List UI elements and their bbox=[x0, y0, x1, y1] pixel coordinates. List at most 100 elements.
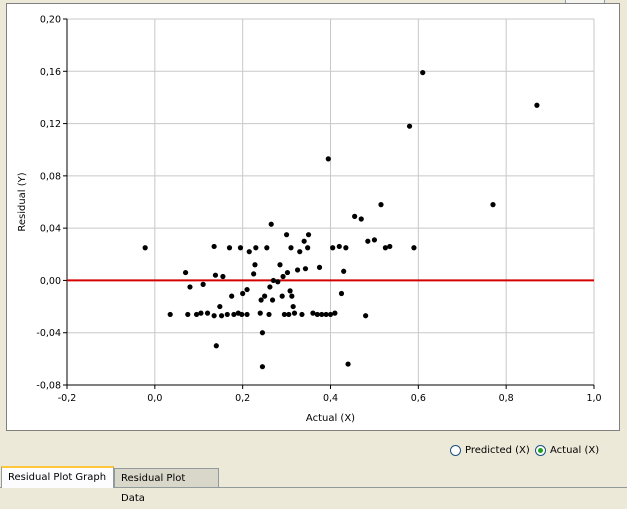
data-point-43 bbox=[279, 293, 285, 299]
data-point-73 bbox=[343, 245, 349, 251]
x-tick-label-0: -0,2 bbox=[58, 393, 77, 404]
data-point-36 bbox=[266, 311, 272, 318]
y-tick-label-3: 0,08 bbox=[40, 171, 61, 182]
data-point-46 bbox=[283, 232, 290, 238]
x-tick-label-2: 0,2 bbox=[235, 393, 250, 404]
data-point-75 bbox=[352, 213, 358, 219]
data-point-0 bbox=[142, 245, 148, 251]
data-point-40 bbox=[270, 277, 277, 284]
data-point-2 bbox=[182, 269, 189, 276]
x-tick-label-1: 0,0 bbox=[147, 393, 162, 404]
x-tick-label-5: 0,8 bbox=[499, 393, 514, 404]
radio-predicted[interactable]: Predicted (X) bbox=[450, 443, 530, 457]
data-point-83 bbox=[406, 123, 413, 129]
x-tick-label-3: 0,4 bbox=[323, 393, 338, 404]
data-point-35 bbox=[264, 245, 270, 251]
data-point-56 bbox=[299, 311, 305, 318]
data-point-18 bbox=[229, 293, 235, 299]
chart-axes bbox=[63, 18, 595, 389]
data-point-74 bbox=[345, 361, 351, 367]
data-point-86 bbox=[490, 202, 496, 208]
data-point-42 bbox=[277, 262, 283, 268]
radio-actual[interactable]: Actual (X) bbox=[535, 443, 599, 457]
data-point-54 bbox=[294, 267, 301, 273]
y-tick-label-2: 0,12 bbox=[40, 119, 61, 130]
data-point-87 bbox=[534, 102, 540, 108]
data-point-69 bbox=[332, 310, 338, 316]
data-point-82 bbox=[387, 243, 393, 250]
data-point-14 bbox=[218, 313, 225, 319]
data-point-5 bbox=[193, 311, 200, 318]
data-point-41 bbox=[275, 279, 281, 285]
data-point-19 bbox=[231, 311, 237, 318]
y-tick-label-0: 0,20 bbox=[40, 15, 61, 26]
actual-radio-label[interactable]: Actual (X) bbox=[550, 445, 599, 456]
data-point-39 bbox=[269, 297, 276, 303]
chart-grid bbox=[66, 18, 595, 386]
data-point-31 bbox=[258, 297, 264, 303]
data-point-70 bbox=[336, 243, 342, 250]
predicted-radio-button[interactable] bbox=[450, 444, 461, 456]
data-point-59 bbox=[305, 245, 311, 251]
data-points bbox=[142, 69, 540, 370]
data-point-85 bbox=[420, 69, 426, 76]
data-point-21 bbox=[237, 245, 244, 251]
data-point-13 bbox=[217, 303, 223, 310]
data-point-71 bbox=[338, 290, 345, 297]
data-point-68 bbox=[330, 245, 336, 251]
data-point-38 bbox=[268, 221, 274, 227]
data-point-84 bbox=[411, 245, 417, 251]
data-point-4 bbox=[187, 284, 193, 290]
data-point-76 bbox=[358, 216, 364, 222]
data-point-57 bbox=[301, 238, 307, 244]
data-point-17 bbox=[226, 245, 233, 251]
y-tick-label-7: -0,08 bbox=[36, 381, 61, 392]
data-point-33 bbox=[259, 364, 266, 370]
residual-plot-panel: 0,20 0,16 0,12 0,08 0,04 0,00 -0,04 -0,08 -0,2 0… bbox=[6, 3, 620, 431]
data-point-50 bbox=[288, 245, 294, 251]
data-point-63 bbox=[316, 264, 323, 270]
tab-residual-plot-data[interactable]: Residual Plot Data bbox=[114, 468, 219, 504]
data-point-53 bbox=[291, 310, 298, 316]
data-point-7 bbox=[200, 281, 206, 287]
data-point-29 bbox=[253, 245, 259, 251]
residual-scatter-chart: 0,200,160,120,080,040,00-0,04-0,08 -0,2 0… bbox=[17, 15, 602, 425]
x-tick-label-4: 0,6 bbox=[411, 393, 426, 404]
data-point-26 bbox=[246, 249, 252, 255]
predicted-radio-label[interactable]: Predicted (X) bbox=[465, 445, 530, 456]
data-point-51 bbox=[289, 293, 295, 299]
data-point-27 bbox=[251, 271, 257, 277]
data-point-11 bbox=[212, 272, 219, 278]
data-point-28 bbox=[252, 262, 258, 268]
y-axis-label: Residual (Y) bbox=[17, 172, 28, 231]
data-point-37 bbox=[267, 284, 273, 290]
data-point-8 bbox=[204, 310, 211, 316]
data-point-23 bbox=[240, 290, 246, 297]
data-point-60 bbox=[305, 232, 312, 238]
data-point-12 bbox=[213, 343, 219, 349]
data-point-44 bbox=[280, 273, 286, 280]
data-point-16 bbox=[224, 311, 230, 318]
data-point-32 bbox=[259, 330, 266, 336]
data-point-79 bbox=[371, 237, 378, 243]
data-point-52 bbox=[290, 303, 296, 310]
y-tick-label-5: 0,00 bbox=[40, 276, 61, 287]
x-tick-labels: -0,2 0,0 0,2 0,4 0,6 0,8 1,0 bbox=[58, 393, 602, 404]
data-point-22 bbox=[239, 311, 245, 318]
data-point-66 bbox=[325, 156, 331, 162]
data-point-58 bbox=[302, 266, 309, 272]
data-point-10 bbox=[211, 313, 217, 319]
data-point-67 bbox=[327, 311, 334, 318]
x-axis-label: Actual (X) bbox=[306, 413, 355, 424]
x-tick-label-6: 1,0 bbox=[586, 393, 601, 404]
y-tick-label-1: 0,16 bbox=[40, 67, 61, 78]
y-tick-labels: 0,20 0,16 0,12 0,08 0,04 0,00 -0,04 -0,08 bbox=[36, 15, 61, 392]
data-point-72 bbox=[341, 268, 347, 274]
tab-residual-plot-graph[interactable]: Residual Plot Graph bbox=[1, 466, 114, 488]
data-point-25 bbox=[244, 286, 250, 293]
data-point-34 bbox=[262, 293, 268, 299]
data-point-9 bbox=[211, 243, 217, 250]
data-point-78 bbox=[365, 238, 371, 244]
actual-radio-button[interactable] bbox=[535, 444, 546, 456]
data-point-1 bbox=[167, 311, 173, 318]
